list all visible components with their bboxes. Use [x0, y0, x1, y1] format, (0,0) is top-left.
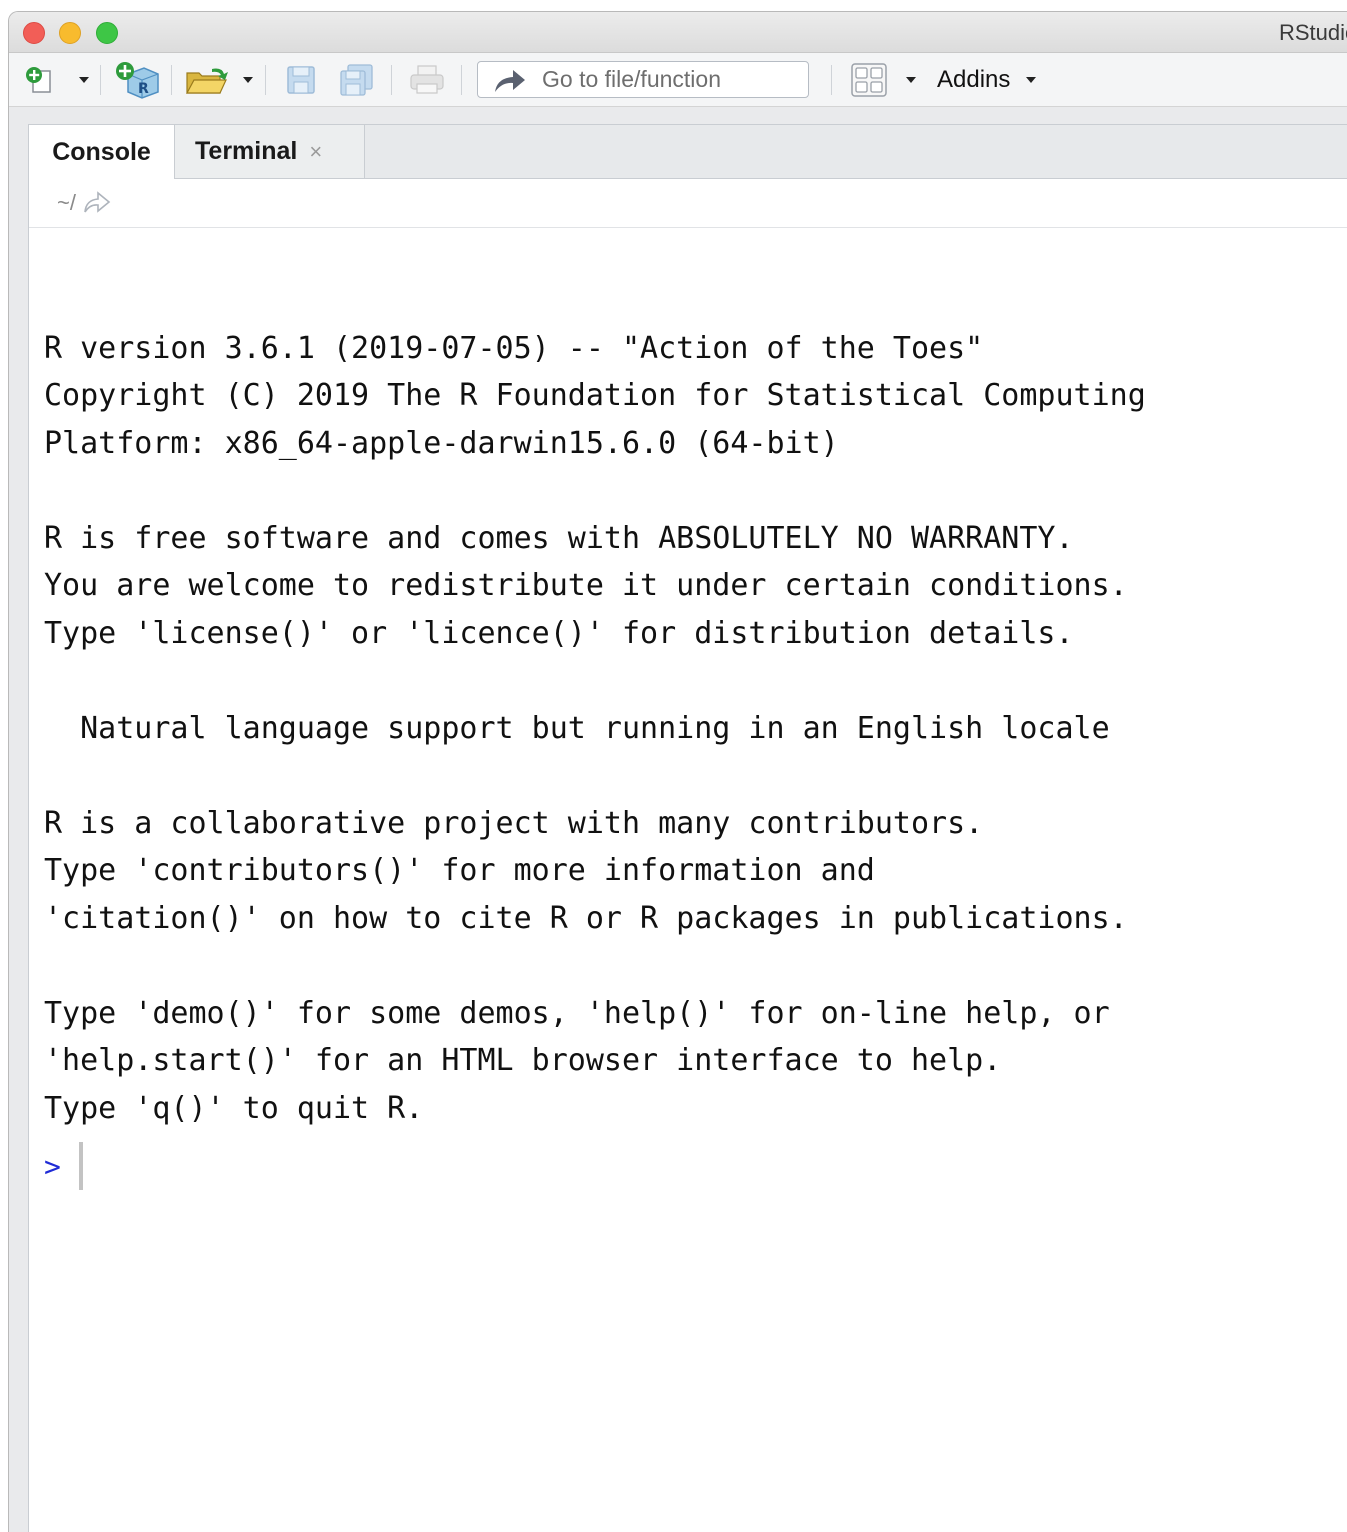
toolbar-divider — [265, 65, 266, 95]
console-line: R is free software and comes with ABSOLU… — [44, 520, 1074, 556]
save-button[interactable] — [281, 53, 321, 106]
console-line: Type 'contributors()' for more informati… — [44, 853, 875, 888]
console-line: You are welcome to redistribute it under… — [44, 568, 1128, 603]
print-button[interactable] — [405, 53, 449, 106]
addins-label: Addins — [937, 65, 1011, 93]
print-icon — [410, 64, 444, 94]
console-output: R version 3.6.1 (2019-07-05) -- "Action … — [44, 277, 1347, 1132]
toolbar-divider — [100, 65, 101, 95]
console-line: Natural language support but running in … — [44, 710, 1110, 746]
new-file-icon — [26, 66, 51, 93]
window-title: RStudio — [1279, 20, 1347, 45]
goto-file-function-input[interactable] — [542, 66, 802, 93]
toolbar-divider — [391, 65, 392, 95]
console-pane: Console Terminal × ~/ R version 3.6.1 (2… — [28, 124, 1347, 1532]
text-cursor — [78, 1142, 83, 1190]
chevron-down-icon — [243, 76, 253, 83]
pane-layout-dropdown[interactable] — [902, 53, 920, 106]
title-bar: RStudio — [9, 12, 1347, 53]
maximize-window-button[interactable] — [96, 22, 118, 44]
toolbar-divider — [171, 65, 172, 95]
new-file-button[interactable] — [19, 53, 59, 106]
console-line: 'citation()' on how to cite R or R packa… — [44, 900, 1128, 936]
rstudio-window: RStudio R — [8, 11, 1347, 1532]
new-project-button[interactable]: R — [113, 53, 161, 106]
save-icon — [287, 65, 315, 94]
tab-console-label: Console — [52, 137, 151, 166]
open-file-dropdown[interactable] — [239, 53, 257, 106]
main-toolbar: R Go to file/function Addins — [9, 53, 1347, 107]
console-line: Type 'q()' to quit R. — [44, 1090, 424, 1126]
console-line: Copyright (C) 2019 The R Foundation for … — [44, 378, 1146, 413]
console-line: Type 'license()' or 'licence()' for dist… — [44, 615, 1074, 651]
save-all-button[interactable] — [335, 53, 379, 106]
addins-menu[interactable]: Addins — [937, 53, 1037, 106]
tab-terminal-label: Terminal — [195, 137, 298, 165]
tab-terminal[interactable]: Terminal × — [175, 125, 365, 178]
chevron-down-icon — [1026, 76, 1037, 83]
console-line: 'help.start()' for an HTML browser inter… — [44, 1043, 1002, 1078]
console-line: Type 'demo()' for some demos, 'help()' f… — [44, 995, 1110, 1031]
open-file-button[interactable] — [183, 53, 233, 106]
open-folder-icon — [185, 68, 228, 94]
minimize-window-button[interactable] — [59, 22, 81, 44]
toolbar-divider — [461, 65, 462, 95]
toolbar-divider — [831, 65, 832, 95]
close-window-button[interactable] — [23, 22, 45, 44]
chevron-down-icon — [906, 76, 916, 83]
goto-file-function-field[interactable] — [477, 61, 809, 98]
pane-layout-button[interactable] — [847, 53, 891, 106]
console-prompt: > — [44, 1149, 61, 1183]
grid-layout-icon — [851, 62, 887, 97]
goto-directory-icon[interactable] — [82, 190, 112, 216]
new-file-dropdown[interactable] — [75, 53, 93, 106]
close-tab-icon[interactable]: × — [309, 139, 322, 165]
goto-arrow-icon — [495, 69, 525, 92]
working-directory-path: ~/ — [57, 190, 76, 215]
svg-text:R: R — [138, 81, 149, 97]
new-project-icon: R — [116, 61, 159, 99]
working-directory-bar: ~/ — [29, 179, 1347, 228]
console-line: Platform: x86_64-apple-darwin15.6.0 (64-… — [44, 425, 839, 461]
console-line: R version 3.6.1 (2019-07-05) -- "Action … — [44, 330, 984, 366]
tab-console[interactable]: Console — [29, 125, 175, 179]
pane-tab-strip: Console Terminal × — [29, 125, 1347, 179]
console-line: R is a collaborative project with many c… — [44, 805, 984, 841]
save-all-icon — [340, 63, 373, 96]
console-input-row[interactable]: > — [44, 1141, 83, 1191]
chevron-down-icon — [79, 76, 89, 83]
